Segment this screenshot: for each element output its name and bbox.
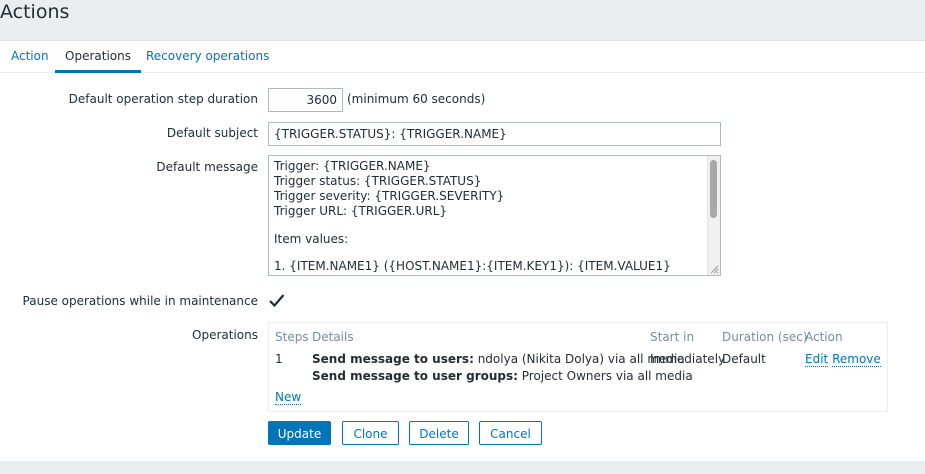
detail-bold: Send message to users:: [312, 352, 474, 366]
message-line: Trigger: {TRIGGER.NAME}: [274, 159, 431, 173]
message-scrollbar-thumb[interactable]: [710, 160, 717, 218]
column-header-start-in: Start in: [650, 330, 695, 344]
operation-start-in: Immediately: [650, 352, 726, 366]
operation-detail: Send message to user groups: Project Own…: [312, 369, 693, 383]
step-duration-input[interactable]: 3600: [268, 88, 343, 112]
tab-recovery-operations[interactable]: Recovery operations: [146, 41, 269, 73]
operation-duration: Default: [722, 352, 766, 366]
new-operation-link[interactable]: New: [275, 390, 302, 405]
tab-action[interactable]: Action: [11, 41, 49, 73]
operations-label: Operations: [192, 328, 258, 342]
cancel-button[interactable]: Cancel: [479, 421, 542, 445]
operation-detail: Send message to users: ndolya (Nikita Do…: [312, 352, 685, 366]
checkmark-icon: [269, 294, 285, 308]
detail-text: Project Owners via all media: [517, 369, 693, 383]
resize-grip-icon[interactable]: [710, 265, 719, 274]
operations-table: Steps Details Start in Duration (sec) Ac…: [268, 322, 888, 412]
column-header-duration: Duration (sec): [722, 330, 808, 344]
clone-button[interactable]: Clone: [342, 421, 399, 445]
page-title: Actions: [0, 1, 70, 23]
step-duration-hint: (minimum 60 seconds): [347, 92, 486, 106]
tab-bar: Action Operations Recovery operations: [0, 41, 925, 73]
detail-bold: Send message to user groups:: [312, 369, 518, 383]
default-subject-input[interactable]: {TRIGGER.STATUS}: {TRIGGER.NAME}: [268, 122, 721, 146]
column-header-steps: Steps: [275, 330, 309, 344]
tab-operations[interactable]: Operations: [55, 41, 141, 73]
message-line: 1. {ITEM.NAME1} ({HOST.NAME1}:{ITEM.KEY1…: [274, 259, 671, 273]
pause-maintenance-checkbox[interactable]: [268, 292, 286, 310]
update-button[interactable]: Update: [268, 421, 331, 445]
column-header-details: Details: [312, 330, 354, 344]
form-panel: Action Operations Recovery operations De…: [0, 40, 925, 461]
edit-operation-link[interactable]: Edit: [805, 352, 829, 367]
remove-operation-link[interactable]: Remove: [832, 352, 881, 367]
operation-step: 1: [275, 352, 283, 366]
default-message-textarea[interactable]: Trigger: {TRIGGER.NAME} Trigger status: …: [268, 155, 721, 276]
step-duration-label: Default operation step duration: [68, 92, 258, 106]
message-line: Item values:: [274, 232, 349, 246]
message-line: Trigger severity: {TRIGGER.SEVERITY}: [274, 189, 505, 203]
default-message-label: Default message: [156, 160, 258, 174]
message-scrollbar[interactable]: [707, 156, 720, 275]
default-subject-label: Default subject: [166, 126, 258, 140]
operation-actions: Edit Remove: [805, 352, 881, 367]
pause-maintenance-label: Pause operations while in maintenance: [22, 294, 258, 308]
message-line: Trigger status: {TRIGGER.STATUS}: [274, 174, 482, 188]
column-header-action: Action: [805, 330, 843, 344]
message-line: Trigger URL: {TRIGGER.URL}: [274, 204, 448, 218]
delete-button[interactable]: Delete: [409, 421, 469, 445]
